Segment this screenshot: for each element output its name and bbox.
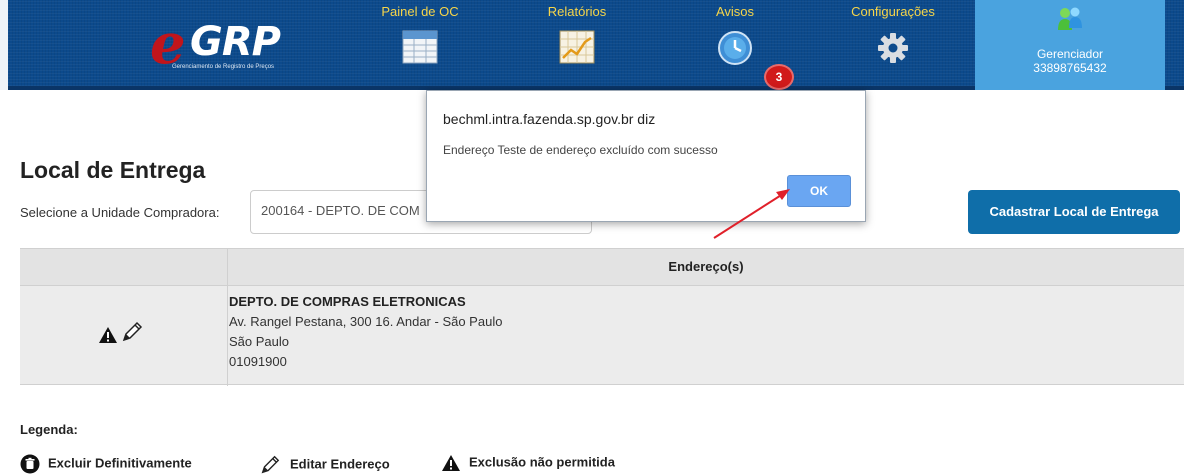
address-cell: DEPTO. DE COMPRAS ELETRONICAS Av. Rangel… bbox=[229, 292, 502, 372]
addresses-table: Endereço(s) DEPTO. DE COMPRAS ELETRONICA… bbox=[20, 248, 1184, 386]
address-zip: 01091900 bbox=[229, 354, 287, 369]
unit-select-label: Selecione a Unidade Compradora: bbox=[20, 205, 220, 220]
table-row: DEPTO. DE COMPRAS ELETRONICAS Av. Rangel… bbox=[20, 285, 1184, 386]
dialog-title: bechml.intra.fazenda.sp.gov.br diz bbox=[443, 111, 656, 127]
pencil-icon bbox=[261, 455, 280, 474]
legend-item-not-allowed: Exclusão não permitida bbox=[441, 454, 615, 476]
annotation-arrow-icon bbox=[713, 189, 790, 239]
gear-icon bbox=[878, 33, 908, 63]
page-title: Local de Entrega bbox=[20, 157, 206, 183]
nav-configuracoes[interactable]: Configurações bbox=[843, 0, 943, 90]
register-delivery-location-button[interactable]: Cadastrar Local de Entrega bbox=[968, 190, 1180, 234]
user-menu[interactable]: Gerenciador 33898765432 bbox=[975, 0, 1165, 90]
egrp-logo[interactable]: e GRP Gerenciamento de Registro de Preço… bbox=[150, 16, 300, 76]
top-navbar: e GRP Gerenciamento de Registro de Preço… bbox=[0, 0, 1184, 90]
app-root: e GRP Gerenciamento de Registro de Preço… bbox=[0, 0, 1184, 476]
logo-text: GRP bbox=[190, 19, 281, 65]
address-name: DEPTO. DE COMPRAS ELETRONICAS bbox=[229, 294, 466, 309]
chart-icon bbox=[559, 30, 595, 64]
legend-item-delete: Excluir Definitivamente bbox=[20, 454, 192, 476]
pencil-icon[interactable] bbox=[120, 320, 144, 344]
row-actions bbox=[20, 286, 227, 386]
legend-not-allowed-label: Exclusão não permitida bbox=[469, 454, 615, 470]
table-header: Endereço(s) bbox=[20, 249, 1184, 285]
address-city: São Paulo bbox=[229, 334, 289, 349]
user-role: Gerenciador bbox=[1036, 47, 1104, 61]
nav-painel-oc[interactable]: Painel de OC bbox=[370, 0, 470, 90]
nav-relatorios-label: Relatórios bbox=[547, 4, 607, 19]
warning-icon[interactable] bbox=[98, 326, 118, 344]
clock-icon bbox=[718, 31, 752, 65]
nav-configuracoes-label: Configurações bbox=[851, 4, 935, 19]
column-header-addresses: Endereço(s) bbox=[668, 259, 744, 274]
legend-edit-label: Editar Endereço bbox=[290, 456, 390, 472]
column-divider bbox=[227, 286, 228, 386]
users-icon bbox=[1058, 7, 1082, 30]
dialog-message: Endereço Teste de endereço excluído com … bbox=[443, 143, 718, 157]
legend-delete-label: Excluir Definitivamente bbox=[48, 455, 192, 471]
legend-item-edit: Editar Endereço bbox=[258, 454, 390, 476]
table-icon bbox=[402, 30, 438, 64]
legend-title: Legenda: bbox=[20, 422, 78, 437]
alert-dialog: bechml.intra.fazenda.sp.gov.br diz Ender… bbox=[426, 90, 866, 222]
nav-painel-oc-label: Painel de OC bbox=[381, 4, 459, 19]
address-street: Av. Rangel Pestana, 300 16. Andar - São … bbox=[229, 314, 503, 329]
user-id: 33898765432 bbox=[1033, 61, 1107, 75]
logo-subtitle: Gerenciamento de Registro de Preços bbox=[172, 64, 275, 70]
nav-relatorios[interactable]: Relatórios bbox=[527, 0, 627, 90]
alerts-count-badge[interactable]: 3 bbox=[764, 64, 794, 90]
trash-icon bbox=[20, 454, 40, 474]
warning-icon bbox=[442, 455, 460, 471]
header-left-strip bbox=[0, 0, 8, 90]
nav-avisos-label: Avisos bbox=[715, 4, 755, 19]
